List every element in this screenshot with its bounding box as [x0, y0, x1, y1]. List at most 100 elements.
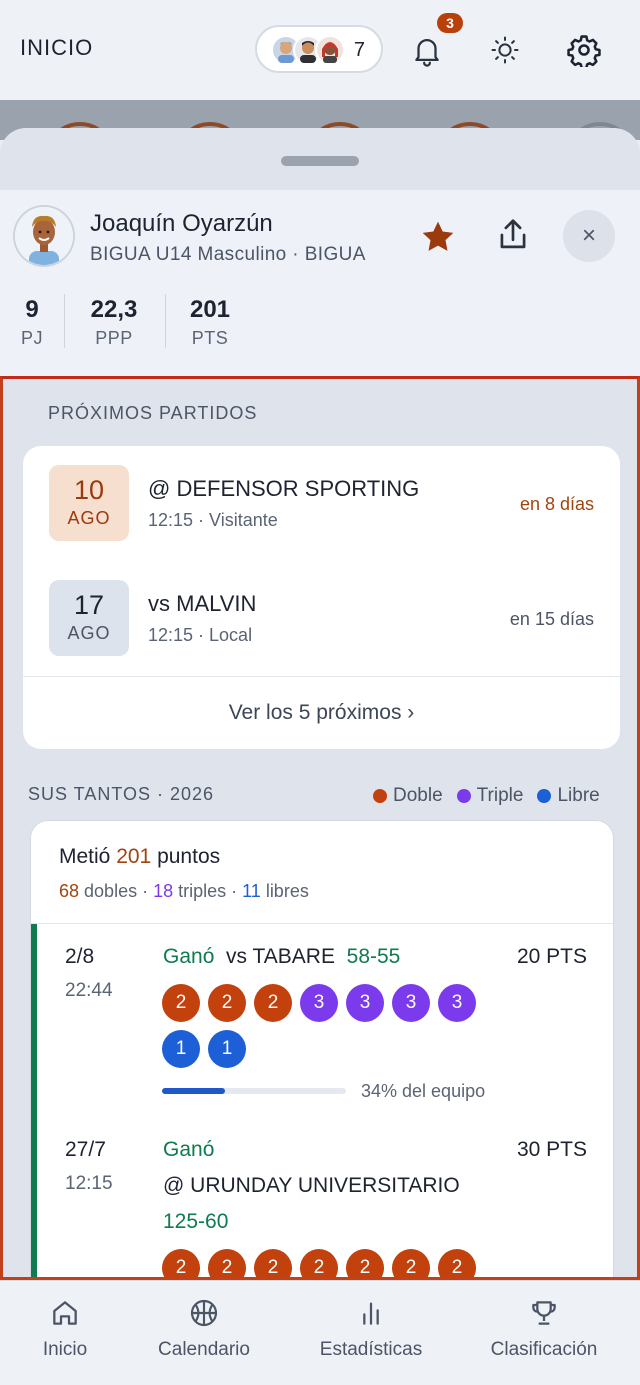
game-time: 12:15 [65, 1173, 113, 1194]
stat-divider [165, 294, 166, 348]
scoring-breakdown: 68 dobles · 18 triples · 11 libres [59, 881, 309, 902]
summary-text: Metió [59, 845, 117, 868]
see-more-upcoming-link[interactable]: Ver los 5 próximos › [23, 701, 620, 725]
player-name: Joaquín Oyarzún [90, 210, 273, 237]
stat-label: PPP [95, 328, 133, 348]
shot-chip: 3 [346, 984, 384, 1022]
legend-label: Triple [476, 785, 524, 806]
notifications-badge: 3 [437, 13, 463, 33]
triples-count: 18 [153, 881, 174, 901]
notifications-button[interactable] [405, 28, 449, 72]
shot-chip: 3 [438, 984, 476, 1022]
sheet-content[interactable]: PRÓXIMOS PARTIDOS 10 AGO @ DEFENSOR SPOR… [0, 376, 640, 1280]
match-opponent: @ DEFENSOR SPORTING [148, 476, 420, 501]
trophy-icon [532, 1301, 556, 1325]
frees-count: 11 [242, 881, 261, 901]
page-title: INICIO [20, 35, 94, 60]
shot-chip: 3 [300, 984, 338, 1022]
nav-calendario[interactable]: Calendario [150, 1297, 258, 1361]
theme-toggle-button[interactable] [483, 28, 527, 72]
match-day: 10 [73, 475, 105, 505]
opponent-name: @ URUNDAY UNIVERSITARIO [163, 1174, 460, 1197]
team-share-label: 34% del equipo [361, 1081, 486, 1101]
bar-chart-icon [363, 1302, 379, 1325]
player-team: BIGUA U14 Masculino · BIGUA [90, 244, 366, 265]
match-date-badge: 17 AGO [49, 580, 129, 656]
scoring-section-title: SUS TANTOS · 2026 [28, 784, 215, 804]
game-points: 30 PTS [516, 1138, 587, 1161]
star-icon [422, 221, 454, 251]
shot-chip: 3 [392, 984, 430, 1022]
bottom-navigation: Inicio Calendario Estadísticas Clasifica… [0, 1280, 640, 1385]
game-date: 2/8 [65, 945, 95, 968]
shot-chip: 1 [162, 1030, 200, 1068]
bell-icon [415, 39, 439, 67]
match-countdown: en 15 días [509, 609, 594, 629]
followers-pill[interactable]: 7 [255, 25, 383, 73]
breakdown-label: dobles · [79, 881, 154, 901]
basketball-icon [190, 1299, 218, 1327]
match-opponent: vs MALVIN [148, 591, 257, 616]
nav-label: Estadísticas [319, 1339, 423, 1360]
shot-chip: 2 [208, 1249, 246, 1277]
match-month: AGO [67, 623, 111, 643]
breakdown-label: triples · [173, 881, 243, 901]
result-label: Ganó [163, 945, 215, 968]
top-app-bar: INICIO 7 3 [0, 0, 640, 100]
match-countdown: en 8 días [519, 494, 594, 514]
scoring-summary: Metió 201 puntos [59, 845, 220, 869]
summary-text: puntos [151, 845, 221, 868]
follower-avatar [315, 35, 345, 65]
sheet-drag-handle[interactable] [281, 156, 359, 166]
close-button[interactable]: × [563, 210, 615, 262]
game-time: 22:44 [65, 980, 113, 1001]
upcoming-match-item[interactable]: 17 AGO vs MALVIN 12:15 · Local en 15 día… [23, 561, 620, 676]
match-month: AGO [67, 508, 111, 528]
legend-dot-libre [537, 789, 552, 803]
nav-estadisticas[interactable]: Estadísticas [312, 1297, 430, 1361]
sun-icon [491, 36, 519, 64]
upcoming-section-title: PRÓXIMOS PARTIDOS [48, 403, 258, 423]
player-avatar [13, 205, 75, 267]
scoring-legend: Doble Triple Libre [373, 785, 600, 807]
summary-total: 201 [116, 845, 152, 868]
stat-label: PTS [191, 328, 229, 348]
shot-chip: 2 [346, 1249, 384, 1277]
stat-games-played: 9 PJ [18, 296, 46, 349]
match-details: 12:15 · Visitante [148, 510, 278, 530]
scoring-card: Metió 201 puntos 68 dobles · 18 triples … [30, 820, 614, 1277]
nav-label: Calendario [158, 1339, 250, 1360]
match-details: 12:15 · Local [148, 625, 253, 645]
legend-dot-doble [373, 789, 387, 803]
home-icon [53, 1301, 77, 1325]
game-points: 20 PTS [516, 945, 587, 968]
stat-value: 22,3 [90, 296, 138, 323]
opponent-name: vs TABARE [226, 945, 335, 968]
team-share-bar [162, 1088, 346, 1094]
team-share-fill [162, 1088, 225, 1094]
game-result-label: Ganó [163, 1138, 215, 1161]
nav-label: Inicio [42, 1339, 88, 1360]
stat-value: 201 [189, 296, 231, 323]
upcoming-match-item[interactable]: 10 AGO @ DEFENSOR SPORTING 12:15 · Visit… [23, 446, 620, 561]
nav-inicio[interactable]: Inicio [24, 1297, 106, 1361]
game-score: 125-60 [163, 1210, 229, 1233]
stat-value: 9 [25, 296, 39, 323]
nav-label: Clasificación [490, 1339, 598, 1360]
close-icon: × [581, 222, 596, 249]
share-button[interactable] [494, 216, 532, 259]
settings-button[interactable] [562, 28, 606, 72]
nav-clasificacion[interactable]: Clasificación [482, 1297, 606, 1361]
player-header: Joaquín Oyarzún BIGUA U14 Masculino · BI… [0, 190, 640, 376]
match-day: 17 [73, 590, 105, 620]
favorite-button[interactable] [418, 217, 458, 262]
upcoming-matches-card: 10 AGO @ DEFENSOR SPORTING 12:15 · Visit… [23, 446, 620, 749]
shot-chips: 2222222 [162, 1249, 492, 1277]
shot-chip: 2 [208, 984, 246, 1022]
legend-dot-triple [456, 789, 471, 803]
gear-icon [567, 35, 601, 67]
stat-total-points: 201 PTS [184, 296, 236, 349]
shot-chip: 2 [162, 1249, 200, 1277]
shot-chip: 2 [392, 1249, 430, 1277]
stat-divider [64, 294, 65, 348]
